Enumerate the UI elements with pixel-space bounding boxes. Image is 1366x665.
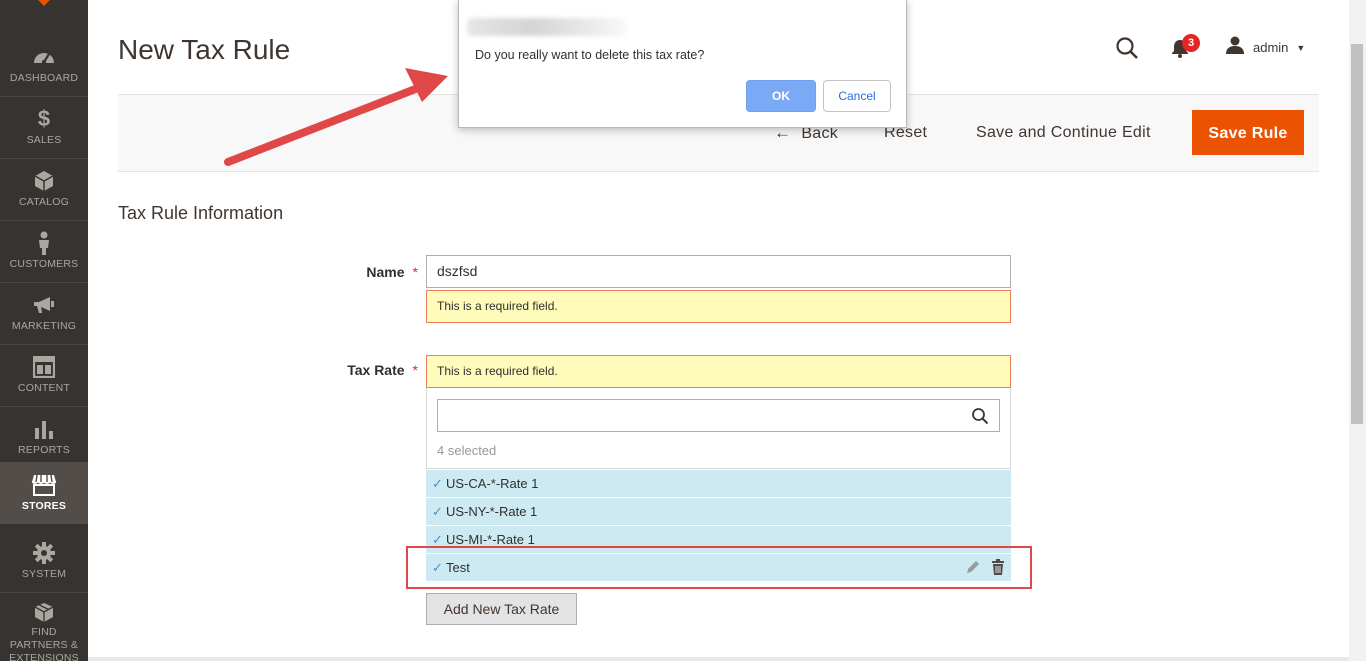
checkmark-icon: ✓ (432, 531, 443, 547)
dashboard-icon (31, 44, 57, 70)
dialog-message: Do you really want to delete this tax ra… (475, 48, 705, 62)
nav-customers[interactable]: CUSTOMERS (0, 220, 88, 282)
tax-rate-option[interactable]: ✓ Test (426, 554, 1011, 582)
user-account-menu[interactable]: admin ▼ (1225, 36, 1305, 59)
admin-sidebar: DASHBOARD $ SALES CATALOG CUSTOMERS MARK… (0, 0, 88, 664)
gear-icon (31, 540, 57, 566)
nav-system[interactable]: SYSTEM (0, 530, 88, 592)
nav-reports[interactable]: REPORTS (0, 406, 88, 468)
notifications-count-badge[interactable]: 3 (1182, 34, 1200, 52)
storefront-icon (31, 472, 57, 498)
dollar-icon: $ (37, 106, 51, 131)
nav-dashboard[interactable]: DASHBOARD (0, 34, 88, 96)
megaphone-icon (31, 292, 57, 318)
pencil-edit-icon[interactable] (965, 559, 981, 578)
dialog-ok-button[interactable]: OK (746, 80, 816, 112)
name-input[interactable]: dszfsd (426, 255, 1011, 288)
tax-rate-multiselect: 4 selected (426, 388, 1011, 469)
logo-icon (37, 0, 51, 6)
dialog-origin-blurred (467, 18, 627, 36)
nav-stores[interactable]: STORES (0, 462, 88, 524)
name-error-message: This is a required field. (426, 290, 1011, 323)
nav-sales[interactable]: $ SALES (0, 96, 88, 158)
scrollbar-thumb[interactable] (1351, 44, 1363, 424)
required-marker: * (412, 264, 418, 280)
nav-marketing[interactable]: MARKETING (0, 282, 88, 344)
tax-rate-option[interactable]: ✓ US-CA-*-Rate 1 (426, 470, 1011, 498)
magento-logo[interactable] (0, 0, 88, 10)
name-field-label: Name * (366, 264, 418, 280)
trash-delete-icon[interactable] (991, 559, 1005, 578)
search-icon[interactable] (971, 407, 989, 425)
chevron-down-icon: ▼ (1296, 42, 1306, 53)
tax-rate-option[interactable]: ✓ US-MI-*-Rate 1 (426, 526, 1011, 554)
tax-rate-option[interactable]: ✓ US-NY-*-Rate 1 (426, 498, 1011, 526)
save-rule-button[interactable]: Save Rule (1192, 110, 1304, 155)
nav-find-partners[interactable]: FIND PARTNERS & EXTENSIONS (0, 592, 88, 664)
person-icon (31, 230, 57, 256)
page-title: New Tax Rule (118, 34, 291, 65)
layout-icon (31, 354, 57, 380)
selected-count: 4 selected (437, 443, 497, 458)
required-marker: * (412, 362, 418, 378)
confirm-delete-dialog: Do you really want to delete this tax ra… (458, 0, 907, 128)
tax-rate-search-input[interactable] (437, 399, 1000, 432)
boxes-icon (31, 602, 57, 624)
nav-catalog[interactable]: CATALOG (0, 158, 88, 220)
save-and-continue-button[interactable]: Save and Continue Edit (960, 110, 1167, 155)
add-new-tax-rate-button[interactable]: Add New Tax Rate (426, 593, 577, 625)
checkmark-icon: ✓ (432, 559, 443, 575)
checkmark-icon: ✓ (432, 503, 443, 519)
tax-rate-error-message: This is a required field. (426, 355, 1011, 388)
bottom-divider (88, 657, 1349, 661)
nav-content[interactable]: CONTENT (0, 344, 88, 406)
user-avatar-icon (1225, 36, 1245, 59)
global-search-icon[interactable] (1115, 36, 1139, 60)
checkmark-icon: ✓ (432, 475, 443, 491)
row-actions (965, 559, 1005, 578)
user-name: admin (1253, 40, 1289, 55)
dialog-cancel-button[interactable]: Cancel (823, 80, 891, 112)
bar-chart-icon (31, 416, 57, 442)
cube-icon (31, 168, 57, 194)
section-title: Tax Rule Information (118, 203, 284, 223)
tax-rate-list: ✓ US-CA-*-Rate 1 ✓ US-NY-*-Rate 1 ✓ US-M… (426, 470, 1011, 582)
tax-rate-field-label: Tax Rate * (347, 362, 418, 378)
